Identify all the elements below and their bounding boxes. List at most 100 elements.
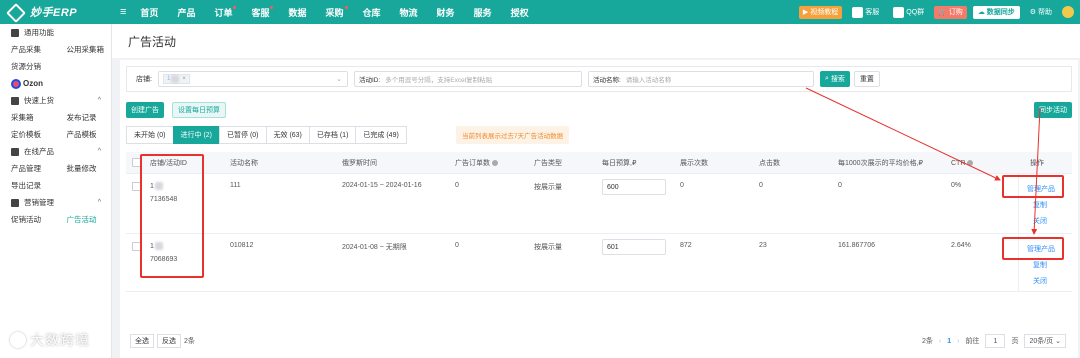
data-range-notice: 当前列表展示过去7天广告活动数据 bbox=[456, 126, 570, 144]
tab-archived[interactable]: 已存档 (1) bbox=[308, 126, 357, 144]
sidebar-item-product-template[interactable]: 产品模板 bbox=[56, 129, 112, 140]
row-orders: 0 bbox=[455, 182, 459, 189]
row-impressions: 0 bbox=[680, 182, 684, 189]
sidebar-item-batch-edit[interactable]: 批量修改 bbox=[56, 163, 112, 174]
megaphone-icon bbox=[11, 198, 19, 207]
activity-name-input[interactable]: 活动名称: 请输入活动名称 bbox=[587, 71, 814, 87]
sync-activity-button[interactable]: 同步活动 bbox=[1034, 102, 1072, 118]
nav-orders[interactable]: 订单 bbox=[214, 5, 237, 19]
set-daily-budget-button[interactable]: 设置每日预算 bbox=[172, 102, 226, 118]
current-page[interactable]: 1 bbox=[947, 338, 951, 345]
nav-authorization[interactable]: 授权 bbox=[511, 6, 529, 19]
tab-invalid[interactable]: 无效 (63) bbox=[265, 126, 310, 144]
sidebar-item-export-records[interactable]: 导出记录 bbox=[0, 180, 56, 191]
sidebar: 通用功能 产品采集 公用采集箱 货源分销 Ozon 快速上货 ^ 采集箱 发布记录… bbox=[0, 24, 112, 358]
watermark-text: 大数跨境 bbox=[30, 332, 90, 348]
shop-select[interactable]: 1 × ⌄ bbox=[157, 71, 348, 87]
sidebar-item-promotions[interactable]: 促销活动 bbox=[0, 214, 56, 225]
logo[interactable]: 妙手ERP bbox=[0, 4, 118, 20]
nav-data[interactable]: 数据 bbox=[288, 6, 306, 19]
content-panel: 店铺: 1 × ⌄ 活动ID: 多个用逗号分隔，支持Excel复制粘贴 活动名称:… bbox=[120, 60, 1078, 358]
close-link[interactable]: 关闭 bbox=[1033, 216, 1047, 226]
subscribe-button[interactable]: 🛒 订购 bbox=[934, 5, 967, 19]
user-avatar-icon[interactable] bbox=[1062, 6, 1074, 18]
nav-customer-service[interactable]: 客服 bbox=[251, 5, 274, 19]
annotation-box-manage-row1 bbox=[1002, 175, 1064, 198]
sidebar-item-collect-box[interactable]: 采集箱 bbox=[0, 112, 56, 123]
upload-icon bbox=[11, 96, 19, 105]
sidebar-item-pricing-template[interactable]: 定价模板 bbox=[0, 129, 56, 140]
main-area: 广告活动 店铺: 1 × ⌄ 活动ID: 多个用逗号分隔，支持Excel复制粘贴 … bbox=[112, 24, 1080, 358]
sidebar-item-source-distribution[interactable]: 货源分销 bbox=[0, 61, 56, 72]
subscribe-label: 订购 bbox=[948, 9, 963, 16]
info-icon[interactable] bbox=[492, 160, 498, 166]
activity-name-placeholder: 请输入活动名称 bbox=[625, 77, 672, 84]
reset-button[interactable]: 重置 bbox=[853, 71, 880, 87]
goto-page-input[interactable]: 1 bbox=[985, 334, 1006, 348]
sidebar-item-ad-campaigns[interactable]: 广告活动 bbox=[56, 214, 112, 225]
sidebar-item-product-management[interactable]: 产品管理 bbox=[0, 163, 56, 174]
data-sync-button[interactable]: ☁ 数据同步 bbox=[972, 5, 1020, 19]
search-button[interactable]: ⌕ 搜索 bbox=[819, 71, 850, 87]
invert-selection-button[interactable]: 反选 bbox=[157, 334, 181, 348]
col-clicks: 点击数 bbox=[759, 160, 780, 167]
tab-not-started[interactable]: 未开始 (0) bbox=[126, 126, 174, 144]
page-size-select[interactable]: 20条/页 ⌄ bbox=[1024, 334, 1066, 348]
budget-input[interactable]: 600 bbox=[602, 179, 666, 195]
hamburger-menu-icon[interactable]: ≡ bbox=[120, 6, 126, 18]
selected-count: 2条 bbox=[184, 338, 195, 345]
customer-service-label: 客服 bbox=[865, 9, 880, 16]
watermark: 大数跨境 bbox=[10, 330, 90, 350]
info-icon[interactable] bbox=[967, 160, 974, 166]
sidebar-item-publish-records[interactable]: 发布记录 bbox=[56, 112, 112, 123]
nav-warehouse[interactable]: 仓库 bbox=[363, 6, 381, 19]
col-time: 俄罗斯时间 bbox=[342, 160, 377, 167]
nav-purchase[interactable]: 采购 bbox=[326, 5, 348, 19]
sidebar-platform-ozon[interactable]: Ozon bbox=[0, 75, 111, 92]
nav-home[interactable]: 首页 bbox=[140, 6, 158, 19]
help-button[interactable]: ⚙ 帮助 bbox=[1026, 6, 1056, 19]
customer-service-button[interactable]: 客服 bbox=[848, 6, 883, 19]
sidebar-row: 定价模板 产品模板 bbox=[0, 126, 111, 143]
sidebar-section-marketing[interactable]: 营销管理 ^ bbox=[0, 194, 111, 211]
nav-service[interactable]: 服务 bbox=[474, 6, 492, 19]
sidebar-row: 导出记录 bbox=[0, 177, 111, 194]
col-orders-label: 广告订单数 bbox=[455, 160, 490, 167]
filter-bar: 店铺: 1 × ⌄ 活动ID: 多个用逗号分隔，支持Excel复制粘贴 活动名称:… bbox=[126, 66, 1072, 92]
nav-finance[interactable]: 财务 bbox=[437, 6, 455, 19]
sidebar-section-online-products[interactable]: 在线产品 ^ bbox=[0, 143, 111, 160]
sidebar-item-public-collect-box[interactable]: 公用采集箱 bbox=[56, 44, 112, 55]
nav-products[interactable]: 产品 bbox=[177, 6, 195, 19]
close-link[interactable]: 关闭 bbox=[1033, 276, 1047, 286]
tag-close-icon[interactable]: × bbox=[182, 76, 186, 82]
logo-text: 妙手ERP bbox=[30, 7, 78, 19]
activity-id-placeholder: 多个用逗号分隔，支持Excel复制粘贴 bbox=[385, 77, 493, 84]
sidebar-item-product-collect[interactable]: 产品采集 bbox=[0, 44, 56, 55]
chevron-up-icon: ^ bbox=[97, 199, 101, 206]
table-header: 店铺/活动ID 活动名称 俄罗斯时间 广告订单数 广告类型 每日预算,₽ 展示次… bbox=[126, 152, 1072, 174]
shop-tag-label: 1 bbox=[166, 76, 171, 82]
sidebar-section-general[interactable]: 通用功能 bbox=[0, 24, 111, 41]
row-orders: 0 bbox=[455, 242, 459, 249]
select-all-button[interactable]: 全选 bbox=[130, 334, 154, 348]
next-page-icon[interactable]: › bbox=[957, 338, 959, 345]
col-impressions: 展示次数 bbox=[680, 160, 708, 167]
nav-logistics[interactable]: 物流 bbox=[400, 6, 418, 19]
col-orders: 广告订单数 bbox=[455, 152, 498, 174]
sidebar-section-quick-listing[interactable]: 快速上货 ^ bbox=[0, 92, 111, 109]
prev-page-icon[interactable]: ‹ bbox=[939, 338, 941, 345]
activity-id-input[interactable]: 活动ID: 多个用逗号分隔，支持Excel复制粘贴 bbox=[353, 71, 582, 87]
create-ad-button[interactable]: 创建广告 bbox=[126, 102, 164, 118]
qq-group-button[interactable]: QQ群 bbox=[889, 6, 928, 19]
sidebar-row: 采集箱 发布记录 bbox=[0, 109, 111, 126]
row-ctr: 0% bbox=[951, 182, 962, 189]
col-type: 广告类型 bbox=[534, 160, 562, 167]
customer-service-avatar-icon bbox=[852, 6, 864, 18]
tab-completed[interactable]: 已完成 (49) bbox=[355, 126, 407, 144]
tab-paused[interactable]: 已暂停 (0) bbox=[219, 126, 267, 144]
copy-link[interactable]: 复制 bbox=[1033, 200, 1047, 210]
video-tutorial-button[interactable]: ▶ 视频教程 bbox=[798, 5, 843, 19]
budget-input[interactable]: 601 bbox=[602, 239, 666, 255]
tab-in-progress[interactable]: 进行中 (2) bbox=[172, 126, 220, 144]
copy-link[interactable]: 复制 bbox=[1033, 260, 1047, 270]
